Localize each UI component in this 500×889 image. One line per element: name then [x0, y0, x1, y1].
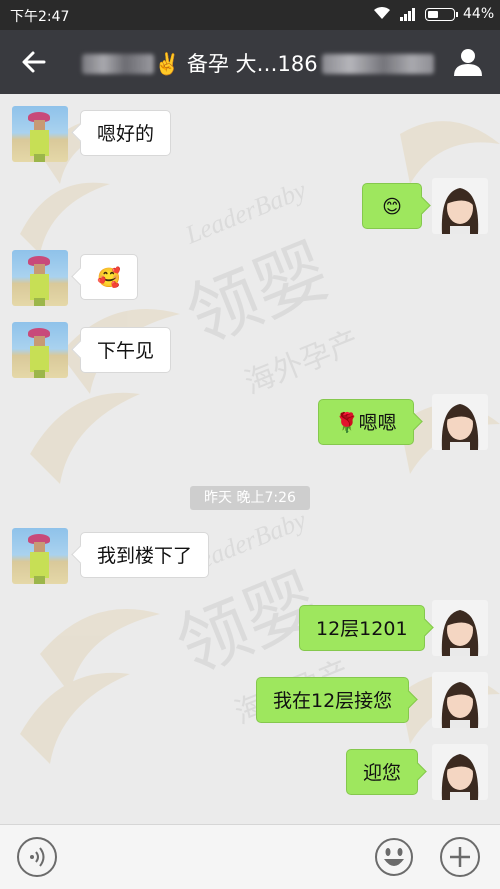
- contact-avatar[interactable]: [12, 322, 68, 378]
- wifi-icon: [373, 5, 391, 25]
- watermark-tagline: 海外孕产: [240, 325, 364, 401]
- arrow-left-icon[interactable]: [18, 46, 50, 78]
- my-avatar[interactable]: [432, 394, 488, 450]
- battery-percent: 44%: [463, 6, 495, 22]
- voice-icon[interactable]: [17, 837, 57, 877]
- message-bubble-incoming[interactable]: 🥰: [80, 254, 138, 300]
- status-bar: 下午2:47 44%: [0, 0, 500, 30]
- chat-header: ✌️ 备孕 大…186: [0, 30, 500, 94]
- my-avatar[interactable]: [432, 600, 488, 656]
- message-bubble-incoming[interactable]: 下午见: [80, 327, 172, 373]
- emoji-icon[interactable]: [374, 837, 414, 877]
- person-icon[interactable]: [452, 46, 484, 78]
- watermark-brand-en: LeaderBaby: [180, 175, 310, 250]
- chat-title-text: 备孕 大…186: [186, 52, 318, 76]
- battery-icon: [425, 8, 458, 21]
- timestamp-divider: 昨天 晚上7:26: [190, 486, 310, 510]
- status-time: 下午2:47: [10, 9, 70, 25]
- message-list[interactable]: LeaderBaby 领婴 海外孕产 LeaderBaby 领婴 海外孕产 嗯好…: [0, 94, 500, 824]
- message-bubble-outgoing[interactable]: 我在12层接您: [256, 677, 410, 723]
- message-bubble-incoming[interactable]: 嗯好的: [80, 110, 172, 156]
- chat-title: ✌️ 备孕 大…186: [82, 48, 434, 78]
- contact-avatar[interactable]: [12, 250, 68, 306]
- contact-avatar[interactable]: [12, 106, 68, 162]
- blurred-phone-number: [321, 54, 434, 74]
- signal-icon: [400, 8, 418, 21]
- plus-icon[interactable]: [440, 837, 480, 877]
- blurred-contact-name: [82, 54, 154, 74]
- input-bar: [0, 824, 500, 889]
- watermark-brand-cn: 领婴: [176, 231, 339, 359]
- message-bubble-outgoing[interactable]: 😊: [362, 183, 422, 229]
- message-bubble-outgoing[interactable]: 12层1201: [299, 605, 425, 651]
- message-bubble-outgoing[interactable]: 迎您: [346, 749, 419, 795]
- contact-avatar[interactable]: [12, 528, 68, 584]
- my-avatar[interactable]: [432, 672, 488, 728]
- my-avatar[interactable]: [432, 744, 488, 800]
- message-bubble-outgoing[interactable]: 🌹嗯嗯: [318, 399, 414, 445]
- message-bubble-incoming[interactable]: 我到楼下了: [80, 532, 210, 578]
- my-avatar[interactable]: [432, 178, 488, 234]
